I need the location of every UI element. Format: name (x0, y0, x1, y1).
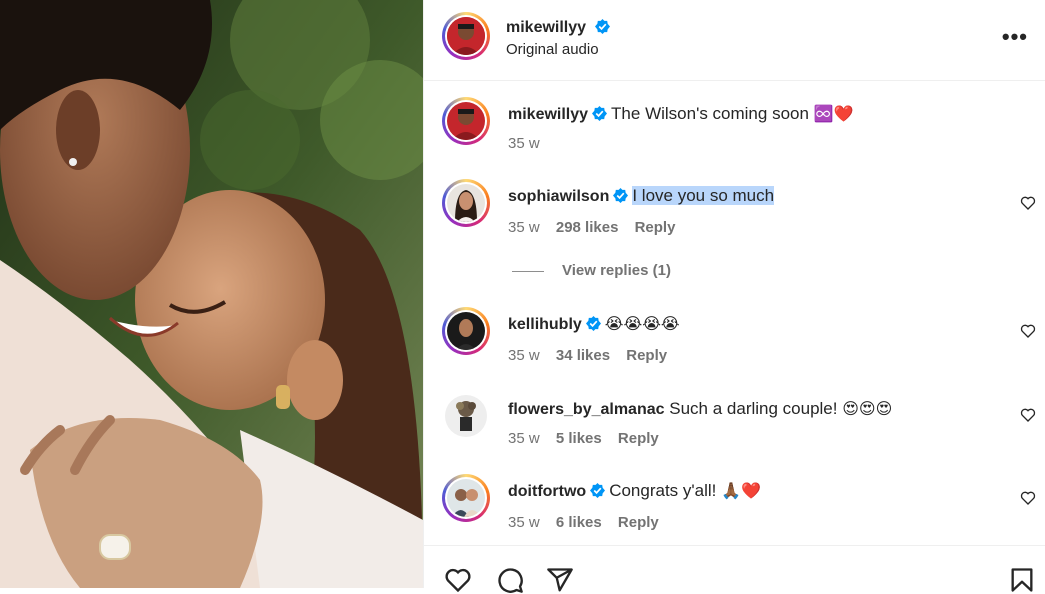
comment-username[interactable]: kellihubly (508, 316, 582, 333)
comment-likes[interactable]: 5 likes (556, 430, 602, 447)
comment-username[interactable]: flowers_by_almanac (508, 401, 665, 418)
heart-outline-icon[interactable] (444, 566, 472, 594)
comment-likes[interactable]: 6 likes (556, 514, 602, 531)
comment-text: Congrats y'all! (609, 481, 717, 500)
author-avatar[interactable] (442, 12, 490, 60)
author-name-row: mikewillyy (506, 17, 614, 37)
reply-button[interactable]: Reply (618, 430, 659, 447)
like-comment-heart-icon[interactable] (1020, 407, 1036, 423)
like-comment-heart-icon[interactable] (1020, 323, 1036, 339)
post-header: mikewillyy Original audio ••• (424, 0, 1045, 81)
reply-button[interactable]: Reply (635, 219, 676, 236)
commenter-avatar[interactable] (445, 395, 487, 437)
comment-likes[interactable]: 298 likes (556, 219, 619, 236)
comment-text: Such a darling couple! (669, 399, 838, 418)
post-details-panel: mikewillyy Original audio ••• mikewillyy… (423, 0, 1045, 593)
view-replies-button[interactable]: View replies (1) (512, 262, 671, 279)
comment-username[interactable]: doitfortwo (508, 483, 586, 500)
post-media[interactable] (0, 0, 423, 588)
caption-text: The Wilson's coming soon (611, 104, 809, 123)
more-options-icon[interactable]: ••• (1002, 24, 1028, 50)
comment-text: I love you so much (632, 186, 775, 205)
bookmark-icon[interactable] (1008, 566, 1036, 594)
comment-emoji: 😭😭😭😭 (604, 314, 680, 333)
comment-username[interactable]: sophiawilson (508, 188, 609, 205)
commenter-avatar[interactable] (442, 307, 490, 355)
caption-username[interactable]: mikewillyy (508, 106, 588, 123)
comment-time[interactable]: 35 w (508, 347, 540, 364)
post-actions-bar (424, 545, 1045, 593)
replies-divider (512, 270, 544, 272)
comment-bubble-icon[interactable] (496, 566, 524, 594)
like-comment-heart-icon[interactable] (1020, 195, 1036, 211)
caption-avatar[interactable] (442, 97, 490, 145)
audio-label[interactable]: Original audio (506, 41, 599, 58)
caption-emoji: ♾️❤️ (813, 104, 854, 123)
reply-button[interactable]: Reply (618, 514, 659, 531)
verified-badge-icon (590, 483, 606, 498)
comment-emoji: 🙏🏾❤️ (721, 481, 761, 500)
paper-plane-icon[interactable] (546, 566, 574, 594)
like-comment-heart-icon[interactable] (1020, 490, 1036, 506)
verified-badge-icon (592, 106, 608, 121)
view-replies-label: View replies (1) (562, 262, 671, 279)
comment-time[interactable]: 35 w (508, 430, 540, 447)
verified-badge-icon (594, 19, 610, 34)
commenter-avatar[interactable] (442, 179, 490, 227)
reply-button[interactable]: Reply (626, 347, 667, 364)
post-photo (0, 0, 423, 588)
verified-badge-icon (585, 316, 601, 331)
comment-emoji: 😍😍😍 (842, 399, 893, 418)
comment-time[interactable]: 35 w (508, 514, 540, 531)
author-username[interactable]: mikewillyy (506, 19, 586, 36)
commenter-avatar[interactable] (442, 474, 490, 522)
comment-likes[interactable]: 34 likes (556, 347, 610, 364)
caption-time[interactable]: 35 w (508, 135, 540, 152)
verified-badge-icon (613, 188, 629, 203)
comment-time[interactable]: 35 w (508, 219, 540, 236)
